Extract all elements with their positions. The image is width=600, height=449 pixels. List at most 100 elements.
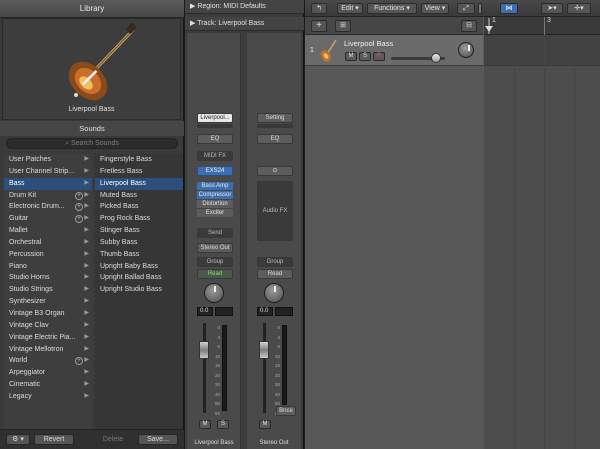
plugin-slot[interactable]: Compressor (197, 190, 233, 199)
output-button[interactable]: Stereo Out (197, 243, 233, 253)
group-button[interactable]: Group (197, 257, 233, 267)
patch-item[interactable]: Picked Bass (95, 201, 183, 213)
audio-fx-slot[interactable]: Audio FX (257, 181, 293, 241)
mute-button[interactable]: M (199, 420, 211, 429)
search-sounds-input[interactable]: ⌕ Search Sounds (6, 138, 178, 149)
automation-mode-button[interactable]: Read (197, 269, 233, 279)
category-item[interactable]: Guitar + ▶ (4, 213, 92, 225)
group-button[interactable]: Group (257, 257, 293, 267)
category-item[interactable]: World + ▶ (4, 355, 92, 367)
category-item[interactable]: Percussion ▶ (4, 249, 92, 261)
pan-knob[interactable] (204, 283, 224, 303)
add-circle-icon[interactable]: + (75, 357, 83, 366)
functions-menu[interactable]: Functions ▾ (367, 3, 417, 14)
volume-fader-track[interactable] (203, 323, 206, 413)
plugin-slot[interactable]: Bass Amp (197, 181, 233, 190)
fader-scale-tick: 50 (214, 401, 220, 406)
category-item[interactable]: Studio Horns ▶ (4, 272, 92, 284)
arrange-area[interactable] (484, 35, 600, 449)
add-circle-icon[interactable]: + (75, 203, 83, 212)
category-item[interactable]: Vintage Clav ▶ (4, 320, 92, 332)
edit-menu[interactable]: Edit ▾ (337, 3, 363, 14)
volume-fader-handle[interactable] (199, 341, 209, 359)
category-item[interactable]: User Channel Strip... ▶ (4, 166, 92, 178)
category-item[interactable]: Studio Strings ▶ (4, 284, 92, 296)
category-item[interactable]: Vintage Mellotron ▶ (4, 344, 92, 356)
eq-button[interactable]: EQ (197, 134, 233, 144)
patch-item[interactable]: Thumb Bass (95, 249, 183, 261)
solo-button[interactable]: S (217, 420, 229, 429)
volume-fader-handle[interactable] (259, 341, 269, 359)
chevron-right-icon: ▶ (84, 156, 89, 162)
plugin-slot[interactable]: Exciter (197, 208, 233, 217)
patch-item[interactable]: Fretless Bass (95, 166, 183, 178)
patch-item[interactable]: Upright Studio Bass (95, 284, 183, 296)
category-item[interactable]: User Patches ▶ (4, 154, 92, 166)
category-item[interactable]: Mallet ▶ (4, 225, 92, 237)
category-item[interactable]: Synthesizer ▶ (4, 296, 92, 308)
track-name[interactable]: Liverpool Bass (344, 39, 393, 48)
send-slot[interactable]: Send (197, 228, 233, 238)
add-circle-icon[interactable]: + (75, 215, 83, 224)
action-menu-button[interactable]: ⚙ ▾ (6, 434, 30, 445)
track-lane[interactable] (484, 35, 600, 66)
add-circle-icon[interactable]: + (75, 191, 83, 200)
patch-item[interactable]: Subby Bass (95, 237, 183, 249)
pan-value[interactable]: 0.0 (257, 307, 273, 316)
region-inspector-header[interactable]: ▶ Region: MIDI Defaults (185, 0, 304, 14)
category-item[interactable]: Arpeggiator ▶ (4, 367, 92, 379)
track-mute-button[interactable]: M (345, 52, 357, 61)
patch-item[interactable]: Prog Rock Bass (95, 213, 183, 225)
track-inspector-header[interactable]: ▶ Track: Liverpool Bass (185, 17, 304, 31)
bounce-button[interactable]: Bnce (276, 406, 296, 416)
category-item[interactable]: Legacy ▶ (4, 391, 92, 403)
secondary-tool-menu[interactable]: ✛▾ (567, 3, 591, 14)
flex-button[interactable]: ⋈ (500, 3, 518, 14)
category-item[interactable]: Orchestral ▶ (4, 237, 92, 249)
revert-button[interactable]: Revert (34, 434, 74, 445)
setting-button[interactable]: Liverpool... (197, 113, 233, 123)
bar-ruler[interactable]: 1 3 (484, 17, 600, 35)
midi-fx-slot[interactable]: MIDI FX (197, 151, 233, 161)
patch-item[interactable]: Upright Baby Bass (95, 261, 183, 273)
delete-button[interactable]: Delete (97, 434, 129, 445)
volume-fader-track[interactable] (263, 323, 266, 413)
save-button[interactable]: Save... (138, 434, 178, 445)
view-menu[interactable]: View ▾ (421, 3, 449, 14)
divider-handle[interactable] (478, 3, 482, 14)
automation-mode-button[interactable]: Read (257, 269, 293, 279)
instrument-slot[interactable]: EXS24 (197, 166, 233, 176)
category-item[interactable]: Cinematic ▶ (4, 379, 92, 391)
category-item[interactable]: Vintage B3 Organ ▶ (4, 308, 92, 320)
pan-value[interactable]: 0.0 (197, 307, 213, 316)
new-track-with-duplicate-button[interactable]: ⊞ (335, 20, 351, 32)
patch-item[interactable]: Liverpool Bass (95, 177, 183, 190)
pan-knob[interactable] (264, 283, 284, 303)
track-header-row[interactable]: 1 Liverpool Bass M S R (305, 35, 483, 66)
link-button[interactable]: ⊙ (257, 166, 293, 176)
patch-item[interactable]: Fingerstyle Bass (95, 154, 183, 166)
category-item[interactable]: Electronic Drum... + ▶ (4, 201, 92, 213)
category-item[interactable]: Bass ▶ (4, 177, 92, 190)
pointer-tool-menu[interactable]: ➤▾ (541, 3, 563, 14)
add-track-button[interactable]: + (311, 20, 327, 32)
chevron-right-icon: ▶ (84, 179, 89, 186)
track-pan-knob[interactable] (458, 42, 474, 58)
back-button[interactable]: ↰ (311, 3, 327, 14)
patch-item[interactable]: Upright Ballad Bass (95, 272, 183, 284)
category-item[interactable]: Piano ▶ (4, 261, 92, 273)
category-item[interactable]: Vintage Electric Pia... ▶ (4, 332, 92, 344)
chevron-right-icon: ▶ (84, 321, 89, 328)
patch-item[interactable]: Stinger Bass (95, 225, 183, 237)
patch-item[interactable]: Muted Bass (95, 190, 183, 202)
mute-button[interactable]: M (259, 420, 271, 429)
eq-button[interactable]: EQ (257, 134, 293, 144)
track-record-button[interactable]: R (373, 52, 385, 61)
track-volume-handle[interactable] (431, 53, 441, 63)
plugin-slot[interactable]: Distortion (197, 199, 233, 208)
global-tracks-button[interactable]: ⊟ (461, 20, 477, 32)
track-solo-button[interactable]: S (359, 52, 371, 61)
catch-playhead-button[interactable]: ⤢ (457, 3, 475, 14)
category-item[interactable]: Drum Kit + ▶ (4, 190, 92, 202)
setting-button[interactable]: Setting (257, 113, 293, 123)
